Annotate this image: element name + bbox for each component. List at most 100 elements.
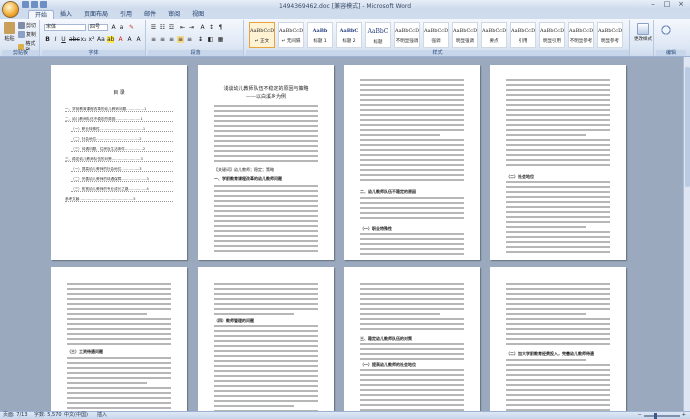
toc-entry[interactable]: 三、稳定幼儿教师队伍的对策……………………3: [65, 157, 173, 162]
decrease-indent-icon[interactable]: ⇤: [179, 24, 186, 31]
zoom-slider[interactable]: [643, 412, 680, 419]
page-4[interactable]: （二）社会地位: [490, 65, 626, 260]
close-button[interactable]: ×: [674, 0, 688, 9]
char-shading-button[interactable]: A: [126, 36, 133, 43]
change-case-button[interactable]: Aa: [97, 36, 105, 43]
language-indicator[interactable]: 中文(中国): [64, 412, 88, 419]
superscript-button[interactable]: x²: [88, 36, 95, 43]
page-main[interactable]: 浅谈幼儿教师队伍不稳定的原因与策略 ——以白溪乡为例 【关键词】幼儿教师；稳定；…: [198, 65, 334, 260]
font-size-combo[interactable]: 四号: [88, 24, 108, 31]
toc-entry[interactable]: （三）拓宽幼儿教师的专业成长之路……………4: [71, 187, 173, 192]
toc-entry[interactable]: （一）提高幼儿教师的社会地位……………3: [71, 167, 173, 172]
italic-button[interactable]: I: [52, 36, 59, 43]
char-border-button[interactable]: A: [135, 36, 142, 43]
font-name-combo[interactable]: 宋体: [44, 24, 86, 31]
page-5[interactable]: （三）工资待遇问题: [51, 267, 187, 411]
style-item[interactable]: AaBbCcDc 要点: [481, 22, 507, 48]
zoom-slider-thumb[interactable]: [653, 412, 657, 419]
increase-indent-icon[interactable]: ⇥: [188, 24, 195, 31]
multilevel-list-icon[interactable]: ☲: [168, 24, 175, 31]
sort-icon[interactable]: ↕: [208, 24, 215, 31]
strikethrough-button[interactable]: abc: [69, 36, 80, 43]
style-item[interactable]: AaBbCcDc 强调: [423, 22, 449, 48]
tab-mailings[interactable]: 邮件: [138, 10, 162, 19]
borders-icon[interactable]: ▦: [217, 36, 224, 43]
tab-insert[interactable]: 插入: [54, 10, 78, 19]
page-7[interactable]: 三、稳定幼儿教师队伍的对策 （一）提高幼儿教师的社会地位: [344, 267, 480, 411]
tab-page-layout[interactable]: 页面布局: [78, 10, 114, 19]
toc-entry[interactable]: （一）职业特殊性………………………………1: [71, 127, 173, 132]
align-right-icon[interactable]: ≡: [168, 36, 175, 43]
document-area[interactable]: 目 录 一、学前教育课程改革的幼儿教师问题……………1 二、幼儿教师队伍不稳定的原…: [0, 57, 683, 411]
style-item[interactable]: AaBbCcDc 引用: [510, 22, 536, 48]
text-line: [506, 303, 610, 305]
style-item[interactable]: AaBbCcDc 不明显参考: [568, 22, 594, 48]
shading-icon[interactable]: ◧: [207, 36, 214, 43]
justify-icon[interactable]: ≡: [177, 36, 184, 43]
change-styles-button[interactable]: 更改样式: [634, 23, 652, 42]
zoom-out-button[interactable]: −: [638, 412, 642, 419]
vertical-scrollbar[interactable]: [683, 57, 690, 411]
align-left-icon[interactable]: ≡: [150, 36, 157, 43]
align-center-icon[interactable]: ≡: [159, 36, 166, 43]
styles-label: 样式: [246, 50, 629, 56]
style-item[interactable]: AaBbC 标题 2: [336, 22, 362, 48]
toc-entry[interactable]: 二、幼儿教师队伍不稳定的原因…………………1: [65, 117, 173, 122]
text-line: [360, 318, 464, 320]
page-count[interactable]: 页面: 7/13: [3, 412, 28, 419]
paste-button[interactable]: 粘贴: [4, 22, 15, 42]
find-button[interactable]: [660, 24, 672, 36]
bold-button[interactable]: B: [44, 36, 51, 43]
page-6[interactable]: （四）教师管理的问题: [198, 267, 334, 411]
style-item[interactable]: AaBbCcDc 明显参考: [597, 22, 623, 48]
style-item[interactable]: AaBb 标题 1: [307, 22, 333, 48]
style-item[interactable]: AaBbCcDc ↵ 正文: [249, 22, 275, 48]
cut-button[interactable]: 剪切: [18, 22, 36, 29]
copy-button[interactable]: 复制: [18, 31, 36, 38]
toc-entry[interactable]: 一、学前教育课程改革的幼儿教师问题……………1: [65, 107, 173, 112]
text-line: [360, 308, 464, 310]
page-3[interactable]: 二、幼儿教师队伍不稳定的原因 （一）职业特殊性: [344, 65, 480, 260]
text-line: [506, 288, 610, 290]
clear-format-button[interactable]: ✎: [128, 24, 135, 31]
font-color-button[interactable]: A: [117, 36, 124, 43]
toc-entry[interactable]: 参考文献………………………………………5: [65, 197, 173, 202]
chinese-layout-icon[interactable]: A: [199, 24, 206, 31]
underline-button[interactable]: U: [60, 36, 67, 43]
grow-font-button[interactable]: A: [110, 24, 117, 31]
show-marks-icon[interactable]: ¶: [217, 24, 224, 31]
style-item[interactable]: AaBbCcD 不明显强调: [394, 22, 420, 48]
style-item[interactable]: AaBbCcDc ↵ 无间隔: [278, 22, 304, 48]
bullets-icon[interactable]: ☰: [150, 24, 157, 31]
style-item[interactable]: AaBbCcDc 明显引用: [539, 22, 565, 48]
tab-home[interactable]: 开始: [28, 10, 55, 19]
text-line: [506, 333, 610, 335]
distributed-icon[interactable]: ≡: [186, 36, 193, 43]
minimize-button[interactable]: –: [646, 0, 660, 9]
toc-entry[interactable]: （二）完善幼儿教师的待遇保障…………………3: [71, 177, 173, 182]
shrink-font-button[interactable]: a: [118, 24, 125, 31]
text-line: [506, 231, 610, 233]
style-item[interactable]: AaBbC 标题: [365, 22, 391, 48]
toc-entry[interactable]: （三）待遇问题、住房及生活条件……………2: [71, 147, 173, 152]
zoom-in-button[interactable]: +: [682, 412, 686, 419]
toc-entry[interactable]: （二）社会地位………………………………2: [71, 137, 173, 142]
tab-review[interactable]: 审阅: [162, 10, 186, 19]
maximize-button[interactable]: □: [660, 0, 674, 9]
highlight-button[interactable]: ab: [107, 36, 115, 43]
style-item[interactable]: AaBbCcDc 明显强调: [452, 22, 478, 48]
zoom-control[interactable]: − +: [638, 412, 686, 419]
scrollbar-thumb[interactable]: [685, 67, 690, 187]
tab-view[interactable]: 视图: [186, 10, 210, 19]
text-line: [214, 365, 318, 367]
text-line: [67, 407, 171, 409]
page-8[interactable]: （二）加大学前教育经费投入，完善幼儿教师待遇: [490, 267, 626, 411]
numbering-icon[interactable]: ☷: [159, 24, 166, 31]
subscript-button[interactable]: x₂: [80, 36, 87, 43]
line-spacing-icon[interactable]: ↨: [197, 36, 204, 43]
word-count[interactable]: 字数: 5,570: [34, 412, 62, 419]
page-toc[interactable]: 目 录 一、学前教育课程改革的幼儿教师问题……………1 二、幼儿教师队伍不稳定的原…: [51, 65, 187, 260]
tab-references[interactable]: 引用: [114, 10, 138, 19]
office-button[interactable]: [2, 1, 19, 18]
insert-mode[interactable]: 插入: [97, 412, 107, 419]
